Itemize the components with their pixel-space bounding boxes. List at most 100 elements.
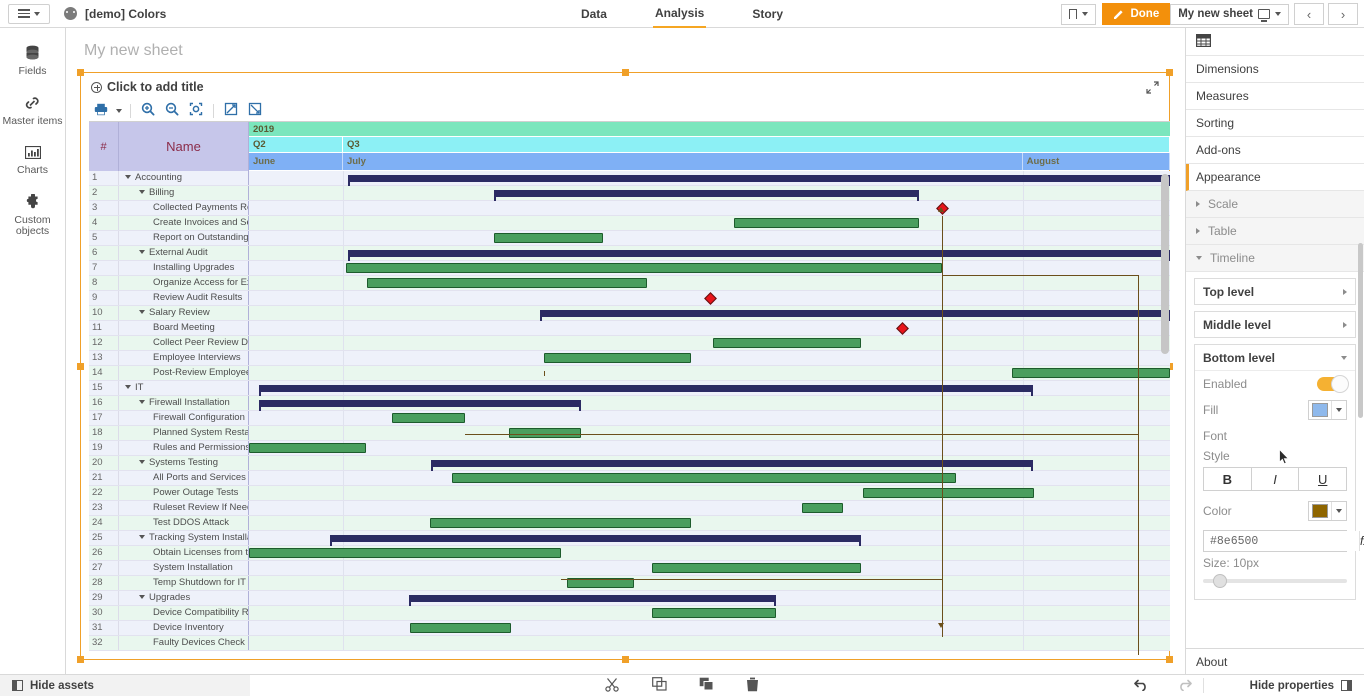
table-row[interactable]: 14 Post-Review Employee Interviews — [89, 366, 1170, 381]
properties-section-appearance[interactable]: Appearance — [1186, 164, 1364, 191]
sidebar-item-fields[interactable]: Fields — [0, 36, 65, 86]
main-menu-button[interactable] — [8, 3, 50, 24]
color-hex-field[interactable]: fx — [1203, 530, 1364, 552]
font-size-slider[interactable] — [1203, 573, 1347, 589]
table-row[interactable]: 12 Collect Peer Review Data — [89, 336, 1170, 351]
task-bar[interactable] — [410, 623, 512, 633]
enabled-toggle[interactable] — [1317, 375, 1349, 393]
redo-button[interactable] — [1176, 677, 1192, 694]
paste-button[interactable] — [699, 677, 714, 694]
table-row[interactable]: 8 Organize Access for External Auditors — [89, 276, 1170, 291]
chevron-down-icon[interactable] — [139, 250, 145, 254]
properties-section-sorting[interactable]: Sorting — [1186, 110, 1364, 137]
timeline-top-level-accordion[interactable]: Top level — [1194, 278, 1356, 305]
task-bar[interactable] — [1011, 368, 1170, 378]
expand-all-button[interactable] — [219, 101, 243, 121]
chevron-down-icon[interactable] — [139, 310, 145, 314]
delete-button[interactable] — [746, 677, 759, 695]
expression-button[interactable]: fx — [1359, 531, 1364, 551]
task-bar[interactable] — [391, 413, 465, 423]
table-row[interactable]: 15 IT — [89, 381, 1170, 396]
table-row[interactable]: 2 Billing — [89, 186, 1170, 201]
resize-handle-bottom-middle[interactable] — [621, 656, 629, 663]
next-sheet-button[interactable]: › — [1328, 3, 1358, 25]
summary-bar[interactable] — [493, 190, 919, 201]
sidebar-item-charts[interactable]: Charts — [0, 135, 65, 185]
task-bar[interactable] — [249, 548, 562, 558]
bookmark-button[interactable] — [1061, 3, 1097, 25]
properties-subsection-table[interactable]: Table — [1186, 218, 1364, 245]
resize-handle-middle-left[interactable] — [77, 362, 84, 370]
task-bar[interactable] — [249, 443, 366, 453]
task-bar[interactable] — [652, 563, 862, 573]
table-row[interactable]: 21 All Ports and Services Testing — [89, 471, 1170, 486]
hide-properties-button[interactable]: Hide properties — [1250, 675, 1364, 696]
table-row[interactable]: 10 Salary Review — [89, 306, 1170, 321]
properties-section-dimensions[interactable]: Dimensions — [1186, 56, 1364, 83]
accordion-header[interactable]: Top level — [1195, 279, 1355, 304]
tab-analysis[interactable]: Analysis — [652, 0, 707, 28]
summary-bar[interactable] — [347, 175, 1170, 186]
table-row[interactable]: 30 Device Compatibility Review — [89, 606, 1170, 621]
done-button[interactable]: Done — [1102, 3, 1171, 25]
table-row[interactable]: 26 Obtain Licenses from the Vendor — [89, 546, 1170, 561]
properties-section-addons[interactable]: Add-ons — [1186, 137, 1364, 164]
summary-bar[interactable] — [409, 595, 776, 606]
fill-color-picker[interactable] — [1308, 400, 1347, 420]
sheet-selector[interactable]: My new sheet — [1170, 3, 1289, 25]
table-row[interactable]: 1 Accounting — [89, 171, 1170, 186]
table-row[interactable]: 6 External Audit — [89, 246, 1170, 261]
properties-subsection-scale[interactable]: Scale — [1186, 191, 1364, 218]
resize-handle-top-left[interactable] — [77, 69, 84, 76]
properties-section-measures[interactable]: Measures — [1186, 83, 1364, 110]
previous-sheet-button[interactable]: ‹ — [1294, 3, 1324, 25]
table-row[interactable]: 23 Ruleset Review If Needed — [89, 501, 1170, 516]
resize-handle-top-right[interactable] — [1166, 69, 1173, 76]
cut-button[interactable] — [605, 677, 620, 695]
bold-button[interactable]: B — [1204, 468, 1252, 490]
timeline-middle-level-accordion[interactable]: Middle level — [1194, 311, 1356, 338]
task-bar[interactable] — [451, 473, 957, 483]
accordion-header[interactable]: Middle level — [1195, 312, 1355, 337]
task-bar[interactable] — [734, 218, 920, 228]
table-row[interactable]: 29 Upgrades — [89, 591, 1170, 606]
table-row[interactable]: 4 Create Invoices and Send Invoices — [89, 216, 1170, 231]
task-bar[interactable] — [801, 503, 844, 513]
collapse-all-button[interactable] — [243, 101, 267, 121]
table-row[interactable]: 25 Tracking System Installation — [89, 531, 1170, 546]
table-row[interactable]: 5 Report on Outstanding Collections — [89, 231, 1170, 246]
table-row[interactable]: 11 Board Meeting — [89, 321, 1170, 336]
task-bar[interactable] — [713, 338, 862, 348]
underline-button[interactable]: U — [1299, 468, 1347, 490]
chevron-down-icon[interactable] — [125, 175, 131, 179]
italic-button[interactable]: I — [1251, 468, 1300, 490]
tab-story[interactable]: Story — [750, 0, 785, 28]
chevron-down-icon[interactable] — [139, 400, 145, 404]
table-row[interactable]: 22 Power Outage Tests — [89, 486, 1170, 501]
milestone-marker[interactable] — [703, 292, 717, 305]
task-bar[interactable] — [543, 353, 692, 363]
task-bar[interactable] — [493, 233, 603, 243]
summary-bar[interactable] — [347, 250, 1170, 261]
table-row[interactable]: 7 Installing Upgrades — [89, 261, 1170, 276]
task-bar[interactable] — [863, 488, 1034, 498]
print-button[interactable] — [89, 101, 113, 121]
copy-button[interactable] — [652, 677, 667, 694]
resize-handle-top-middle[interactable] — [621, 69, 629, 76]
table-row[interactable]: 32 Faulty Devices Check — [89, 636, 1170, 651]
zoom-in-button[interactable] — [136, 101, 160, 121]
gantt-object[interactable]: Click to add title # Name 2019 Q2 Q3 Jun… — [77, 69, 1173, 663]
table-row[interactable]: 13 Employee Interviews — [89, 351, 1170, 366]
gantt-vertical-scrollbar[interactable] — [1161, 174, 1169, 354]
chevron-down-icon[interactable] — [125, 385, 131, 389]
task-bar[interactable] — [430, 518, 692, 528]
slider-handle[interactable] — [1213, 574, 1227, 588]
object-title-placeholder[interactable]: Click to add title — [91, 80, 204, 94]
properties-scrollbar[interactable] — [1358, 243, 1363, 418]
task-bar[interactable] — [508, 428, 581, 438]
table-row[interactable]: 19 Rules and Permissions Audit — [89, 441, 1170, 456]
task-bar[interactable] — [652, 608, 776, 618]
summary-bar[interactable] — [259, 385, 1033, 396]
table-row[interactable]: 3 Collected Payments Review — [89, 201, 1170, 216]
table-row[interactable]: 27 System Installation — [89, 561, 1170, 576]
